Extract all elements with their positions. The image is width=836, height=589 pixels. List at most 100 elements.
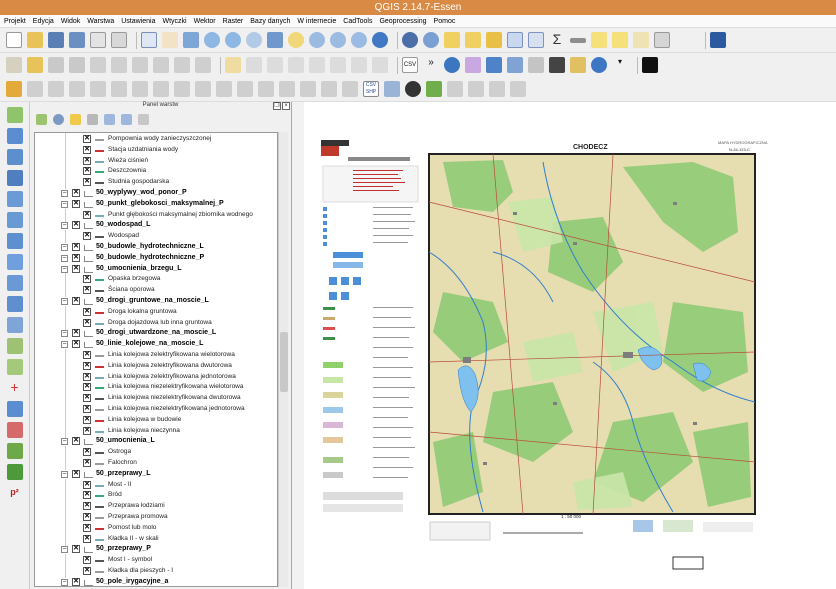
geometry-checker-icon[interactable]	[6, 422, 23, 438]
current-edits-icon[interactable]	[6, 57, 22, 73]
plugin-icon[interactable]	[465, 57, 481, 73]
layer-visibility-checkbox[interactable]: ✕	[83, 383, 91, 392]
more-tools-icon[interactable]: »	[423, 57, 439, 73]
add-feature-icon[interactable]	[69, 57, 85, 73]
zoom-layer-icon[interactable]	[309, 32, 325, 48]
add-delimited-text-icon[interactable]	[6, 317, 23, 333]
add-wfs-icon[interactable]	[6, 296, 23, 312]
expand-toggle-icon[interactable]: −	[61, 438, 68, 446]
expand-toggle-icon[interactable]: −	[61, 244, 68, 251]
diagram-icon[interactable]	[351, 57, 367, 73]
pan-to-selection-icon[interactable]	[183, 32, 199, 48]
action-icon[interactable]	[423, 32, 439, 48]
georeferencer-icon[interactable]	[507, 57, 523, 73]
layer-visibility-checkbox[interactable]: ✕	[83, 523, 91, 532]
open-project-icon[interactable]	[27, 32, 43, 48]
layer-visibility-checkbox[interactable]: ✕	[83, 307, 91, 316]
add-db2-icon[interactable]	[6, 233, 23, 249]
menu-item-warstwa[interactable]: Warstwa	[87, 18, 114, 25]
split-parts-icon[interactable]	[279, 81, 295, 97]
new-project-icon[interactable]	[6, 32, 22, 48]
rotate-point-icon[interactable]	[6, 81, 22, 97]
layer-visibility-checkbox[interactable]: ✕	[83, 156, 91, 165]
layer-visibility-checkbox[interactable]: ✕	[83, 405, 91, 413]
layer-visibility-checkbox[interactable]: ✕	[83, 145, 91, 154]
filter-legend-icon[interactable]	[70, 113, 81, 125]
menu-item-widok[interactable]: Widok	[61, 18, 80, 25]
pan-hand-icon[interactable]	[162, 32, 178, 48]
manage-visibility-icon[interactable]	[53, 113, 64, 125]
save-project-icon[interactable]	[48, 32, 64, 48]
layer-visibility-checkbox[interactable]: ✕	[72, 469, 80, 478]
filter-expression-icon[interactable]	[87, 113, 98, 125]
toggle-editing-icon[interactable]	[27, 57, 43, 73]
touch-zoom-icon[interactable]	[141, 32, 157, 48]
layer-visibility-checkbox[interactable]: ✕	[72, 221, 80, 230]
expand-toggle-icon[interactable]: −	[61, 578, 68, 586]
node-tool-icon[interactable]	[111, 57, 127, 73]
layer-visibility-checkbox[interactable]: ✕	[83, 513, 91, 521]
layer-visibility-checkbox[interactable]: ✕	[72, 329, 80, 338]
layer-visibility-checkbox[interactable]: ✕	[83, 275, 91, 284]
layer-visibility-checkbox[interactable]: ✕	[83, 361, 91, 370]
measure-icon[interactable]	[570, 37, 586, 43]
layer-visibility-checkbox[interactable]: ✕	[83, 394, 91, 403]
map-canvas[interactable]: CHODECZ MAPA HYDROGRAFICZNA N-34-123-C 1…	[293, 102, 836, 589]
layer-visibility-checkbox[interactable]: ✕	[83, 286, 91, 295]
menu-item-raster[interactable]: Raster	[223, 18, 244, 25]
undo-edit-icon[interactable]	[27, 81, 43, 97]
label-icon[interactable]	[225, 57, 241, 73]
remove-layer-icon[interactable]	[138, 113, 149, 125]
save-edits-icon[interactable]	[48, 57, 64, 73]
add-wms-icon[interactable]	[6, 254, 23, 270]
layer-tree-scrollbar[interactable]	[278, 132, 288, 587]
layer-visibility-checkbox[interactable]: ✕	[83, 426, 91, 435]
layer-visibility-checkbox[interactable]: ✕	[83, 491, 91, 500]
refresh-icon[interactable]	[372, 32, 388, 48]
annotation-icon[interactable]	[612, 32, 628, 48]
new-spatialite-icon[interactable]	[6, 359, 23, 375]
layer-visibility-checkbox[interactable]: ✕	[83, 351, 91, 359]
rotate-label-icon[interactable]	[309, 57, 325, 73]
layer-visibility-checkbox[interactable]: ✕	[83, 534, 91, 543]
zoom-full-icon[interactable]	[267, 32, 283, 48]
layer-visibility-checkbox[interactable]: ✕	[83, 415, 91, 424]
leaf-icon[interactable]	[426, 81, 442, 97]
expand-toggle-icon[interactable]: −	[61, 298, 68, 305]
save-as-icon[interactable]	[69, 32, 85, 48]
map-tips-icon[interactable]	[591, 32, 607, 48]
gps-icon[interactable]	[6, 401, 23, 417]
help-icon[interactable]	[710, 32, 726, 48]
db-manager-icon[interactable]	[486, 57, 502, 73]
menu-item-pomoc[interactable]: Pomoc	[434, 18, 456, 25]
add-spatialite-icon[interactable]	[6, 170, 23, 186]
deselect-icon[interactable]	[486, 32, 502, 48]
expand-toggle-icon[interactable]: −	[61, 265, 68, 273]
zoom-last-icon[interactable]	[330, 32, 346, 48]
layer-visibility-checkbox[interactable]: ✕	[83, 567, 91, 575]
add-vector-layer-icon[interactable]	[6, 107, 23, 123]
cut-features-icon[interactable]	[153, 57, 169, 73]
vector-tool-2-icon[interactable]	[468, 81, 484, 97]
expand-toggle-icon[interactable]: −	[61, 330, 68, 338]
sum-icon[interactable]: Σ	[549, 32, 565, 48]
expand-all-icon[interactable]	[104, 113, 115, 125]
identify-icon[interactable]	[402, 32, 418, 48]
split-features-icon[interactable]	[258, 81, 274, 97]
menu-item-ustawienia[interactable]: Ustawienia	[121, 18, 155, 25]
statistics-icon[interactable]	[528, 32, 544, 48]
add-raster-layer-icon[interactable]	[6, 128, 23, 144]
style-icon[interactable]	[570, 57, 586, 73]
menu-item-projekt[interactable]: Projekt	[4, 18, 26, 25]
text-annotation-icon[interactable]	[654, 32, 670, 48]
grid-icon[interactable]	[642, 57, 658, 73]
csv-shp-icon[interactable]: CSV SHP	[363, 81, 379, 97]
add-postgis-icon[interactable]	[6, 149, 23, 165]
layer-visibility-checkbox[interactable]: ✕	[83, 502, 91, 511]
highlight-icon[interactable]	[372, 57, 388, 73]
add-wcs-icon[interactable]	[6, 275, 23, 291]
panel-close-icon[interactable]: ×	[282, 102, 290, 110]
collapse-all-icon[interactable]	[121, 113, 132, 125]
layer-visibility-checkbox[interactable]: ✕	[83, 210, 91, 219]
zoom-actual-icon[interactable]	[246, 32, 262, 48]
